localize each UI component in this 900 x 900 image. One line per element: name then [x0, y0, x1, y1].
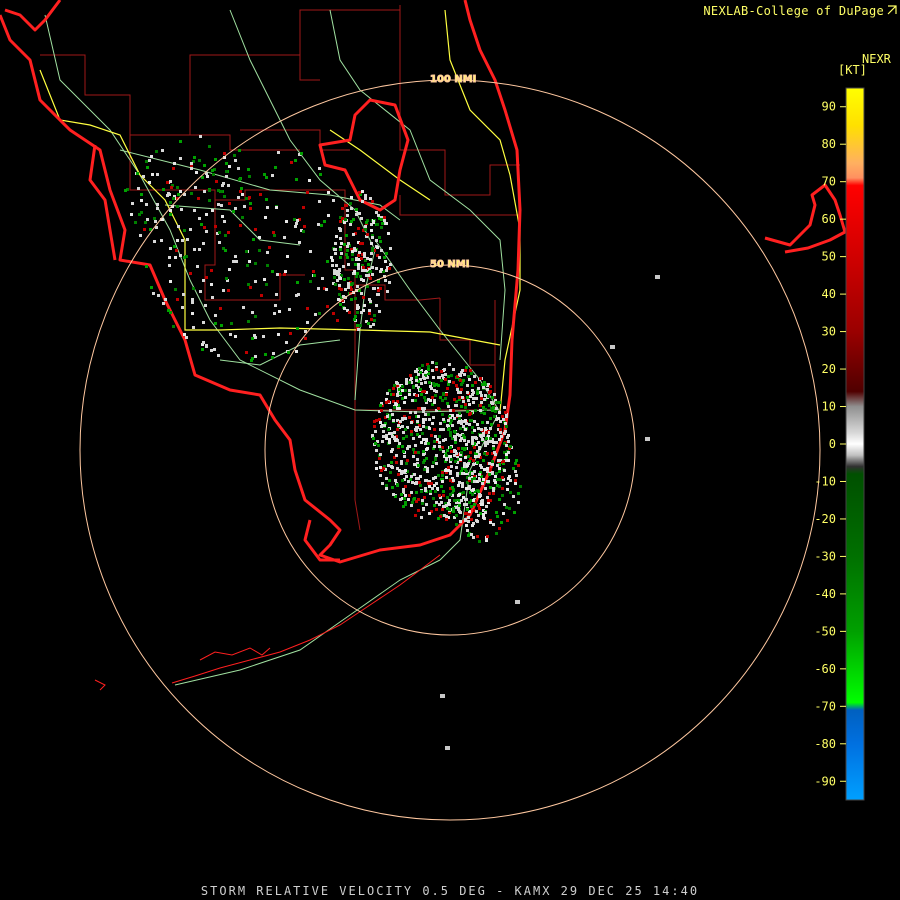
- colorbar-tick-label: -20: [814, 512, 836, 526]
- interstate-highways: [39, 9, 521, 413]
- radar-map: 100 NMI 50 NMI 90 80 70 60 50 40 30 20 10 0 -10 -20 -…: [0, 0, 897, 821]
- colorbar-tick-label: 40: [822, 287, 836, 301]
- colorbar-tick-label: 0: [829, 437, 836, 451]
- colorbar-tick-label: 30: [822, 325, 836, 339]
- colorbar-tick-label: -90: [814, 774, 836, 788]
- range-ring-label-100: 100 NMI: [430, 74, 476, 85]
- colorbar-tick-label: -30: [814, 549, 836, 563]
- caption: STORM RELATIVE VELOCITY 0.5 DEG - KAMX 2…: [200, 884, 700, 898]
- range-ring-label-50: 50 NMI: [430, 259, 469, 270]
- colorbar-tick-label: 60: [822, 212, 836, 226]
- colorbar-tick-label: -70: [814, 699, 836, 713]
- florida-coastline: [0, 0, 847, 564]
- colorbar-tick-label: -60: [814, 662, 836, 676]
- colorbar-tick-label: -40: [814, 587, 836, 601]
- colorbar-tick-label: -50: [814, 624, 836, 638]
- colorbar-tick-label: -80: [814, 737, 836, 751]
- unit-label: [KT]: [838, 63, 867, 77]
- colorbar-tick-label: 50: [822, 250, 836, 264]
- florida-keys: [94, 554, 441, 691]
- colorbar-tick-label: 90: [822, 100, 836, 114]
- colorbar-tick-label: 80: [822, 137, 836, 151]
- velocity-colorbar: 90 80 70 60 50 40 30 20 10 0 -10 -20 -30 -40 -50 -60 -70…: [814, 87, 865, 801]
- colorbar-tick-label: -10: [814, 474, 836, 488]
- credit-text: NEXLAB-College of DuPage: [703, 4, 884, 18]
- road-network: [44, 9, 506, 686]
- colorbar-tick-label: 10: [822, 400, 836, 414]
- credit-label: NEXLAB-College of DuPage: [703, 4, 896, 18]
- colorbar-tick-label: 70: [822, 175, 836, 189]
- colorbar-tick-label: 20: [822, 362, 836, 376]
- colorbar-gradient: [845, 87, 865, 801]
